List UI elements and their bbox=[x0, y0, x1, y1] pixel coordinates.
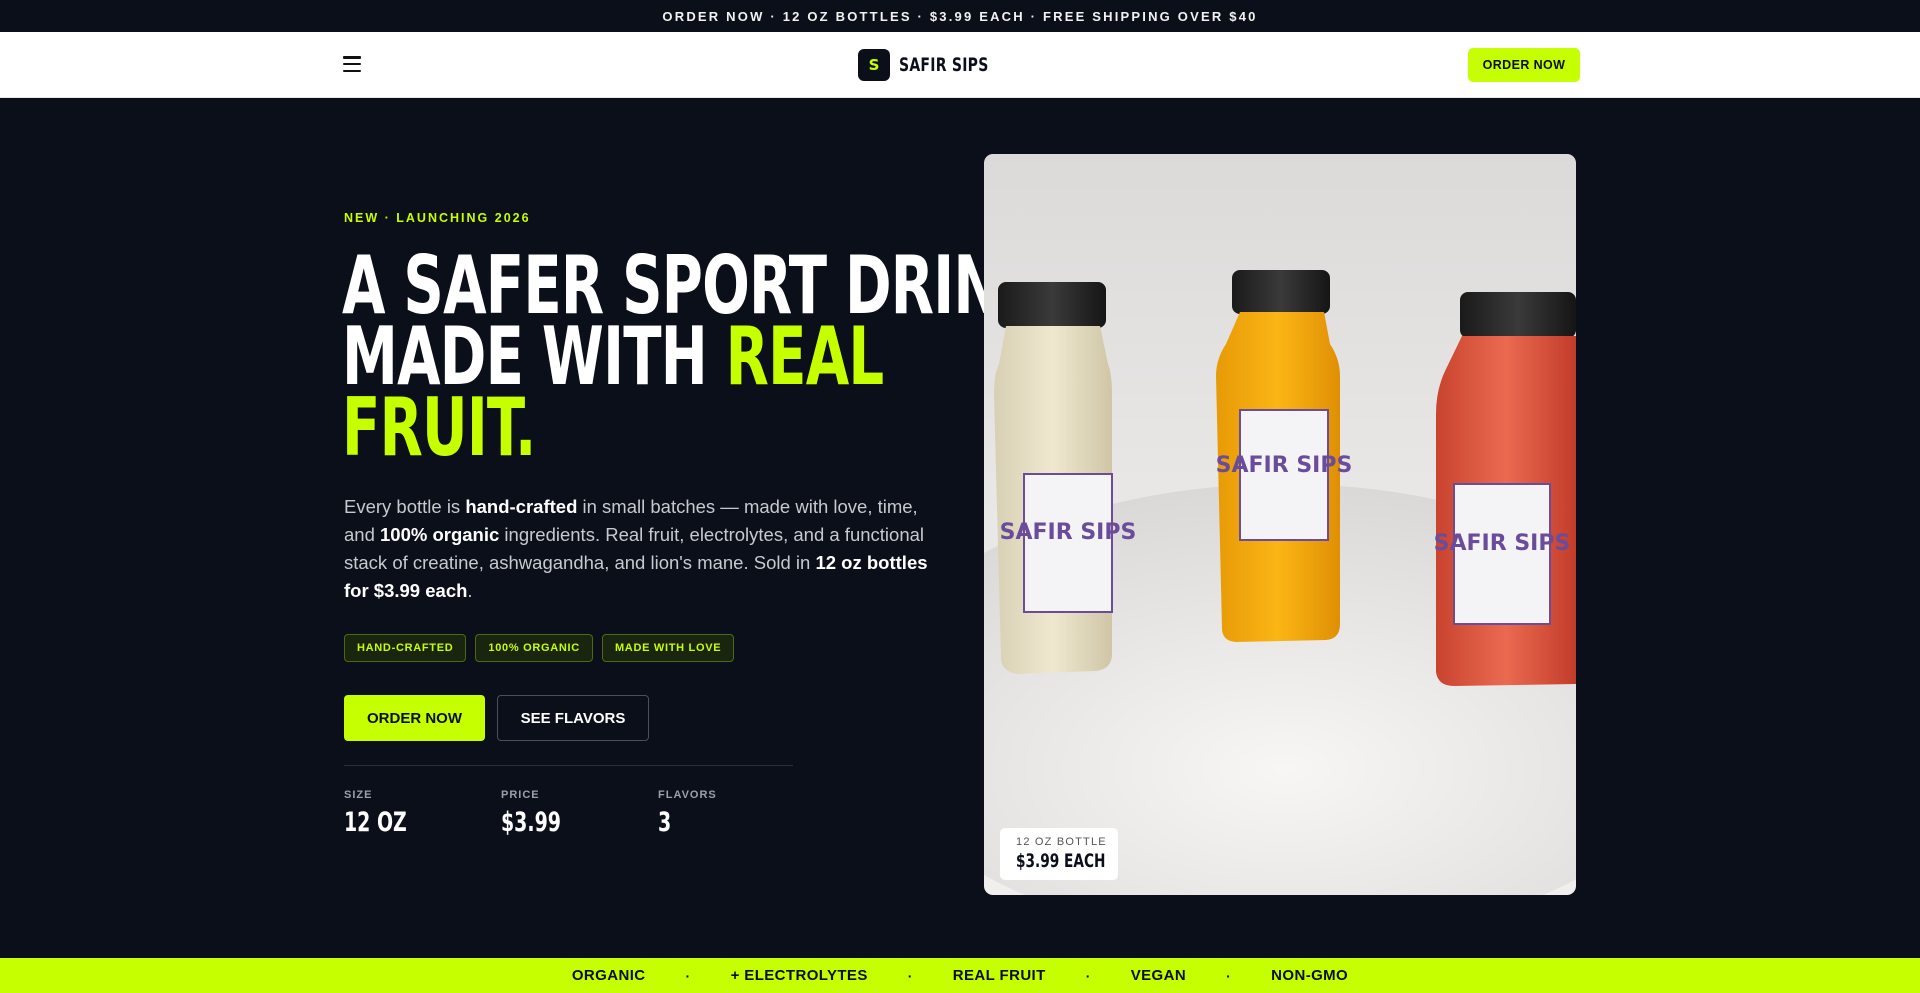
hero-section: NEW · LAUNCHING 2026 A SAFER SPORT DRINK… bbox=[0, 98, 1920, 958]
separator-dot: · bbox=[1226, 967, 1232, 984]
brand-name: SAFIR SIPS bbox=[899, 54, 989, 76]
feature-tags: HAND-CRAFTED 100% ORGANIC MADE WITH LOVE bbox=[344, 634, 735, 662]
stat-label: FLAVORS bbox=[658, 789, 717, 801]
lede-emphasis: 100% organic bbox=[380, 524, 500, 545]
marquee-item: VEGAN bbox=[1130, 967, 1187, 984]
product-stats: SIZE 12 OZ PRICE $3.99 FLAVORS 3 bbox=[344, 789, 815, 838]
stat-flavors: FLAVORS 3 bbox=[658, 789, 815, 838]
stat-label: SIZE bbox=[344, 789, 373, 801]
stat-value: $3.99 bbox=[501, 807, 561, 838]
headline-accent-real: REAL bbox=[725, 310, 884, 403]
order-now-button[interactable]: ORDER NOW bbox=[344, 695, 485, 741]
announcement-text: ORDER NOW · 12 OZ BOTTLES · $3.99 EACH ·… bbox=[662, 8, 1258, 24]
separator-dot: · bbox=[685, 967, 691, 984]
marquee-item: REAL FRUIT bbox=[952, 967, 1046, 984]
bottle-label-text: SAFIR SIPS bbox=[1434, 531, 1571, 556]
tag-made-with-love: MADE WITH LOVE bbox=[601, 634, 735, 662]
top-nav: S SAFIR SIPS ORDER NOW bbox=[0, 32, 1920, 98]
lede-text: . bbox=[467, 580, 473, 601]
marquee-item: ORGANIC bbox=[571, 967, 646, 984]
stat-price: PRICE $3.99 bbox=[501, 789, 658, 838]
price-card-value: $3.99 EACH bbox=[1016, 850, 1106, 872]
separator-dot: · bbox=[1085, 967, 1091, 984]
bottle-strawberry: SAFIR SIPS bbox=[1434, 292, 1576, 686]
nav-order-now-button[interactable]: ORDER NOW bbox=[1468, 48, 1580, 82]
lede-text: Every bottle is bbox=[344, 496, 466, 517]
stat-label: PRICE bbox=[501, 789, 540, 801]
hero-cta-group: ORDER NOW SEE FLAVORS bbox=[344, 695, 649, 741]
stat-value: 12 OZ bbox=[344, 807, 407, 838]
bottle-label-text: SAFIR SIPS bbox=[1000, 520, 1137, 545]
feature-marquee: ORGANIC · + ELECTROLYTES · REAL FRUIT · … bbox=[0, 958, 1920, 993]
headline-accent-fruit: FRUIT. bbox=[342, 381, 536, 474]
bottle-label-text: SAFIR SIPS bbox=[1216, 453, 1353, 478]
bottle-orange: SAFIR SIPS bbox=[1216, 270, 1353, 642]
price-card: 12 OZ BOTTLE $3.99 EACH bbox=[1000, 828, 1118, 880]
stat-value: 3 bbox=[658, 807, 672, 838]
brand-mark: S bbox=[858, 49, 890, 81]
tag-organic: 100% ORGANIC bbox=[475, 634, 593, 662]
hero-headline: A SAFER SPORT DRINK, MADE WITH REAL FRUI… bbox=[342, 246, 1064, 468]
lede-emphasis: hand-crafted bbox=[465, 496, 578, 517]
product-photo: SAFIR SIPS SAFIR SIPS SAFIR SIPS 12 OZ B… bbox=[984, 154, 1576, 895]
marquee-item: NON-GMO bbox=[1271, 967, 1349, 984]
brand-logo[interactable]: S SAFIR SIPS bbox=[858, 49, 1008, 81]
stats-divider bbox=[344, 765, 793, 766]
hamburger-menu-icon[interactable] bbox=[343, 56, 361, 72]
hero-eyebrow: NEW · LAUNCHING 2026 bbox=[344, 211, 531, 225]
separator-dot: · bbox=[907, 967, 913, 984]
hero-description: Every bottle is hand-crafted in small ba… bbox=[344, 493, 934, 605]
announcement-bar: ORDER NOW · 12 OZ BOTTLES · $3.99 EACH ·… bbox=[0, 0, 1920, 32]
tag-hand-crafted: HAND-CRAFTED bbox=[344, 634, 467, 662]
marquee-item: + ELECTROLYTES bbox=[730, 967, 868, 984]
price-card-label: 12 OZ BOTTLE bbox=[1016, 836, 1107, 848]
stat-size: SIZE 12 OZ bbox=[344, 789, 501, 838]
bottles-illustration: SAFIR SIPS SAFIR SIPS SAFIR SIPS bbox=[984, 270, 1576, 895]
see-flavors-button[interactable]: SEE FLAVORS bbox=[497, 695, 649, 741]
